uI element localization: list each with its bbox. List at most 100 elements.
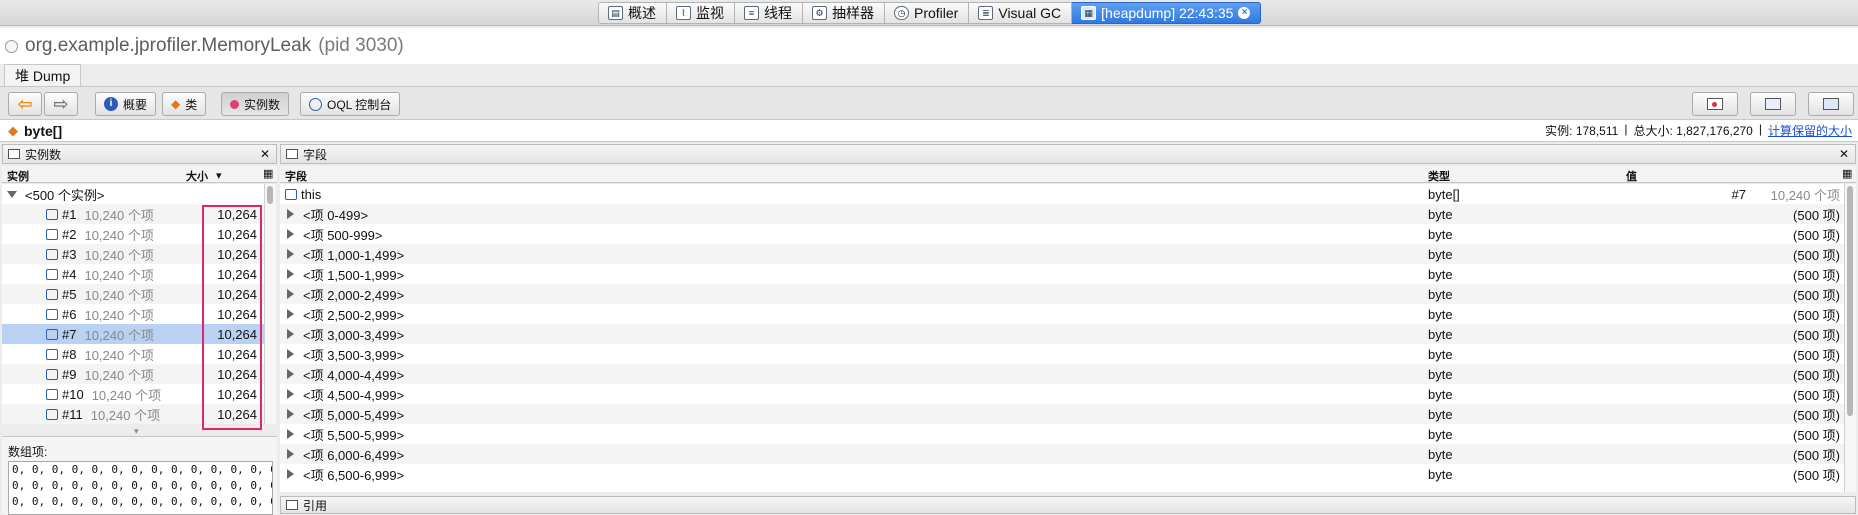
field-row[interactable]: <项 500-999> byte (500 项) (280, 224, 1844, 244)
instances-scrollbar[interactable] (264, 184, 276, 424)
field-row[interactable]: <项 1,500-1,999> byte (500 项) (280, 264, 1844, 284)
field-row[interactable]: <项 2,000-2,499> byte (500 项) (280, 284, 1844, 304)
expand-triangle-icon[interactable] (287, 469, 294, 479)
tab-heapdump[interactable]: ▦ [heapdump] 22:43:35 × (1072, 2, 1262, 24)
column-size[interactable]: 大小 (186, 168, 208, 184)
app-title-bar: org.example.jprofiler.MemoryLeak (pid 30… (0, 28, 1858, 64)
separator: | (1758, 122, 1762, 136)
field-row[interactable]: <项 3,500-3,999> byte (500 项) (280, 344, 1844, 364)
array-icon (46, 308, 58, 320)
array-icon (46, 388, 58, 400)
expand-triangle-icon[interactable] (287, 369, 294, 379)
save-heap-button[interactable] (1750, 92, 1796, 116)
scroll-thumb[interactable] (1847, 186, 1853, 416)
snapshot-button[interactable] (1692, 92, 1738, 116)
close-icon[interactable]: ✕ (1839, 147, 1849, 161)
field-row[interactable]: <项 1,000-1,499> byte (500 项) (280, 244, 1844, 264)
overview-icon: ▤ (608, 6, 623, 20)
size-highlight-box (202, 205, 262, 430)
instances-column-header: 实例 大小 ▾ ▦ (2, 166, 277, 183)
visual-gc-icon: ≣ (978, 6, 994, 20)
field-row[interactable]: <项 6,000-6,499> byte (500 项) (280, 444, 1844, 464)
tab-overview[interactable]: ▤ 概述 (598, 2, 667, 24)
arrow-left-icon: ⇦ (17, 94, 33, 114)
close-tab-icon[interactable]: × (1238, 7, 1251, 19)
tab-bar: ▤ 概述 ⌇ 监视 ≡ 线程 ⚙ 抽样器 ◷ Profiler ≣ Visual GC ▦[… (598, 2, 1262, 24)
field-row[interactable]: <项 2,500-2,999> byte (500 项) (280, 304, 1844, 324)
instances-panel-icon (8, 149, 20, 159)
field-row[interactable]: <项 3,000-3,499> byte (500 项) (280, 324, 1844, 344)
array-icon (46, 248, 58, 260)
expand-triangle-icon[interactable] (287, 249, 294, 259)
back-button[interactable]: ⇦ (8, 92, 42, 116)
expand-triangle-icon[interactable] (287, 329, 294, 339)
app-title: org.example.jprofiler.MemoryLeak (25, 35, 312, 56)
tab-threads[interactable]: ≡ 线程 (735, 2, 803, 24)
classes-button[interactable]: ◆ 类 (162, 92, 207, 116)
array-items-textarea[interactable]: 0, 0, 0, 0, 0, 0, 0, 0, 0, 0, 0, 0, 0, 0… (8, 461, 273, 515)
expand-triangle-icon[interactable] (287, 449, 294, 459)
close-icon[interactable]: ✕ (260, 147, 270, 161)
column-instance[interactable]: 实例 (7, 168, 29, 184)
column-value[interactable]: 值 (1626, 168, 1637, 184)
field-row[interactable]: <项 5,500-5,999> byte (500 项) (280, 424, 1844, 444)
tab-profiler[interactable]: ◷ Profiler (885, 2, 970, 24)
instances-button[interactable]: 实例数 (221, 92, 290, 116)
oql-console-button[interactable]: OQL 控制台 (300, 92, 401, 116)
fields-table: this byte[] #7 10,240 个项 <项 0-499> byte (5… (280, 184, 1844, 492)
expand-triangle-icon[interactable] (287, 409, 294, 419)
array-icon (46, 288, 58, 300)
field-row[interactable]: <项 6,500-6,999> byte (500 项) (280, 464, 1844, 484)
array-items-panel: 数组项: 0, 0, 0, 0, 0, 0, 0, 0, 0, 0, 0, 0,… (2, 436, 277, 515)
expand-triangle-icon[interactable] (287, 349, 294, 359)
instances-group-row[interactable]: <500 个实例> (2, 184, 265, 204)
monitor-chart-icon: ⌇ (676, 6, 691, 20)
separator: | (1624, 122, 1628, 136)
tab-visual-gc[interactable]: ≣ Visual GC (969, 2, 1073, 24)
compute-retained-size-link[interactable]: 计算保留的大小 (1768, 122, 1852, 139)
field-row[interactable]: <项 0-499> byte (500 项) (280, 204, 1844, 224)
status-circle-icon (5, 39, 18, 53)
instances-panel-header: 实例数 ✕ (2, 144, 277, 164)
expand-triangle-icon[interactable] (287, 229, 294, 239)
arrow-right-icon: ⇨ (53, 94, 69, 114)
threads-icon: ≡ (744, 6, 759, 20)
references-panel-header: 引用 (280, 496, 1856, 514)
field-row[interactable]: <项 4,000-4,499> byte (500 项) (280, 364, 1844, 384)
class-icon: ◆ (8, 122, 18, 138)
total-size: 总大小: 1,827,176,270 (1633, 124, 1753, 138)
array-icon (46, 408, 58, 420)
column-chooser-icon[interactable]: ▦ (1842, 167, 1852, 180)
class-info-bar: ◆ byte[] 实例: 178,511 | 总大小: 1,827,176,27… (0, 120, 1858, 142)
expand-triangle-icon[interactable] (287, 309, 294, 319)
heapdump-icon: ▦ (1081, 6, 1097, 20)
expand-triangle-icon[interactable] (287, 269, 294, 279)
sampler-icon: ⚙ (812, 6, 827, 20)
expanded-triangle-icon (7, 190, 17, 198)
fields-scrollbar[interactable] (1844, 184, 1856, 492)
field-row[interactable]: <项 4,500-4,999> byte (500 项) (280, 384, 1844, 404)
array-icon (46, 368, 58, 380)
field-row[interactable]: <项 5,000-5,499> byte (500 项) (280, 404, 1844, 424)
export-icon (1823, 98, 1839, 110)
instances-count: 实例: 178,511 (1545, 124, 1619, 138)
summary-button[interactable]: i 概要 (95, 92, 157, 116)
tab-monitor[interactable]: ⌇ 监视 (667, 2, 735, 24)
export-button[interactable] (1808, 92, 1854, 116)
heap-dump-subtab[interactable]: 堆 Dump (4, 64, 82, 86)
column-chooser-icon[interactable]: ▦ (263, 167, 273, 180)
this-row[interactable]: this byte[] #7 10,240 个项 (280, 184, 1844, 204)
expand-triangle-icon[interactable] (287, 389, 294, 399)
info-icon: i (104, 97, 118, 111)
expand-triangle-icon[interactable] (287, 429, 294, 439)
profiler-clock-icon: ◷ (894, 6, 909, 20)
expand-triangle-icon[interactable] (287, 289, 294, 299)
scroll-thumb[interactable] (267, 186, 273, 204)
column-field[interactable]: 字段 (285, 168, 307, 184)
tab-sampler[interactable]: ⚙ 抽样器 (803, 2, 885, 24)
expand-triangle-icon[interactable] (287, 209, 294, 219)
array-icon (46, 268, 58, 280)
forward-button[interactable]: ⇨ (44, 92, 78, 116)
fields-column-header: 字段 类型 值 ▦ (280, 166, 1856, 183)
column-type[interactable]: 类型 (1428, 168, 1450, 184)
